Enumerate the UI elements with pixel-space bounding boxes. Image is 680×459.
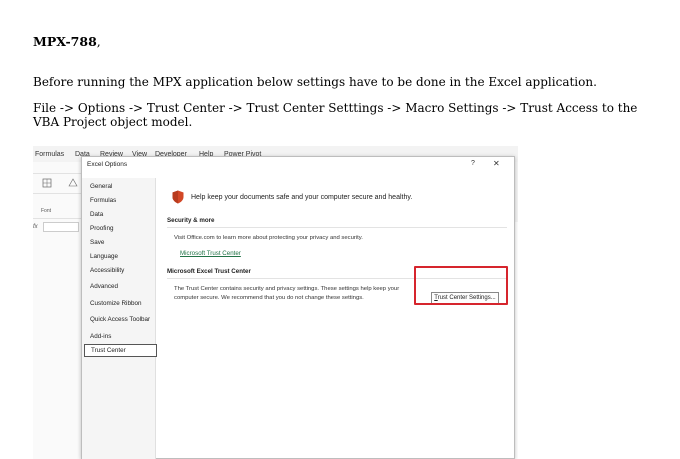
excel-options-screenshot: Formulas Data Review View Developer Help… — [33, 146, 518, 459]
nav-item-customize-ribbon[interactable]: Customize Ribbon — [90, 300, 141, 307]
nav-item-quick-access-toolbar[interactable]: Quick Access Toolbar — [90, 316, 150, 323]
nav-item-trust-center[interactable]: Trust Center — [84, 344, 157, 357]
trust-center-text-1: The Trust Center contains security and p… — [174, 286, 400, 292]
nav-item-accessibility[interactable]: Accessibility — [90, 267, 124, 274]
trust-center-heading: Microsoft Excel Trust Center — [167, 268, 251, 275]
security-text: Visit Office.com to learn more about pro… — [174, 235, 363, 241]
microsoft-trust-center-link[interactable]: Microsoft Trust Center — [180, 250, 241, 257]
name-box[interactable] — [43, 222, 79, 232]
instruction-paragraph: Before running the MPX application below… — [33, 75, 597, 89]
options-nav: General Formulas Data Proofing Save Lang… — [82, 178, 157, 459]
border-icon — [42, 178, 78, 188]
nav-item-advanced[interactable]: Advanced — [90, 283, 118, 290]
nav-item-general[interactable]: General — [90, 183, 112, 190]
nav-item-language[interactable]: Language — [90, 253, 118, 260]
document-heading: MPX-788, — [33, 34, 101, 49]
close-icon[interactable]: ✕ — [493, 159, 500, 168]
help-icon[interactable]: ? — [471, 160, 475, 167]
nav-item-add-ins[interactable]: Add-ins — [90, 333, 111, 340]
settings-path-paragraph: File -> Options -> Trust Center -> Trust… — [33, 101, 638, 129]
trust-center-text-2: computer secure. We recommend that you d… — [174, 294, 364, 301]
ribbon-tab[interactable]: Formulas — [35, 151, 64, 158]
security-heading: Security & more — [167, 217, 215, 224]
formula-fx-icon[interactable]: fx — [33, 224, 38, 230]
nav-item-proofing[interactable]: Proofing — [90, 225, 113, 232]
excel-ribbon-partial: Font fx — [33, 162, 81, 459]
nav-item-save[interactable]: Save — [90, 239, 104, 246]
font-group-label: Font — [41, 208, 52, 214]
nav-item-data[interactable]: Data — [90, 211, 103, 218]
divider — [167, 227, 507, 228]
highlight-box — [414, 266, 508, 305]
shield-icon — [172, 190, 184, 204]
dialog-title: Excel Options — [87, 161, 128, 168]
excel-options-dialog: Excel Options ? ✕ General Formulas Data … — [81, 156, 515, 459]
nav-item-formulas[interactable]: Formulas — [90, 197, 116, 204]
trust-intro-text: Help keep your documents safe and your c… — [191, 194, 413, 201]
trust-center-panel: Help keep your documents safe and your c… — [162, 178, 512, 458]
